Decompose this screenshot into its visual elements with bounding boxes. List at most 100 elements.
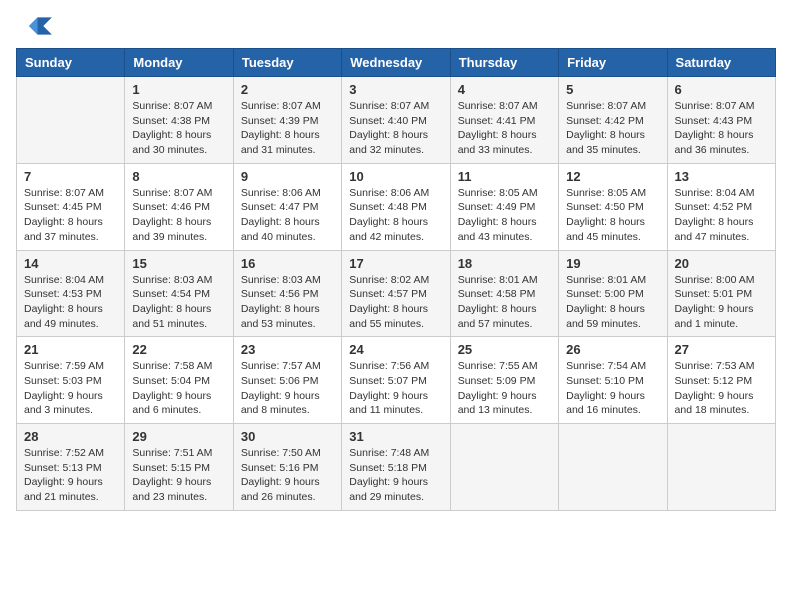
header-cell-wednesday: Wednesday bbox=[342, 49, 450, 77]
day-info: Sunrise: 8:01 AMSunset: 5:00 PMDaylight:… bbox=[566, 273, 659, 332]
day-cell: 7 Sunrise: 8:07 AMSunset: 4:45 PMDaylight… bbox=[17, 163, 125, 250]
day-number: 24 bbox=[349, 342, 442, 357]
day-number: 30 bbox=[241, 429, 334, 444]
week-row-2: 7 Sunrise: 8:07 AMSunset: 4:45 PMDaylight… bbox=[17, 163, 776, 250]
page-header bbox=[16, 16, 776, 38]
day-cell: 9 Sunrise: 8:06 AMSunset: 4:47 PMDaylight… bbox=[233, 163, 341, 250]
day-info: Sunrise: 8:07 AMSunset: 4:42 PMDaylight:… bbox=[566, 99, 659, 158]
day-info: Sunrise: 7:55 AMSunset: 5:09 PMDaylight:… bbox=[458, 359, 551, 418]
day-cell: 1 Sunrise: 8:07 AMSunset: 4:38 PMDaylight… bbox=[125, 77, 233, 164]
day-info: Sunrise: 8:07 AMSunset: 4:46 PMDaylight:… bbox=[132, 186, 225, 245]
day-number: 6 bbox=[675, 82, 768, 97]
day-info: Sunrise: 8:07 AMSunset: 4:40 PMDaylight:… bbox=[349, 99, 442, 158]
week-row-1: 1 Sunrise: 8:07 AMSunset: 4:38 PMDaylight… bbox=[17, 77, 776, 164]
day-cell bbox=[559, 424, 667, 511]
day-info: Sunrise: 8:05 AMSunset: 4:49 PMDaylight:… bbox=[458, 186, 551, 245]
day-number: 2 bbox=[241, 82, 334, 97]
calendar-table: SundayMondayTuesdayWednesdayThursdayFrid… bbox=[16, 48, 776, 511]
calendar-header: SundayMondayTuesdayWednesdayThursdayFrid… bbox=[17, 49, 776, 77]
day-number: 21 bbox=[24, 342, 117, 357]
day-number: 13 bbox=[675, 169, 768, 184]
day-cell: 20Sunrise: 8:00 AMSunset: 5:01 PMDayligh… bbox=[667, 250, 775, 337]
day-number: 11 bbox=[458, 169, 551, 184]
day-info: Sunrise: 8:06 AMSunset: 4:47 PMDaylight:… bbox=[241, 186, 334, 245]
day-info: Sunrise: 8:04 AMSunset: 4:52 PMDaylight:… bbox=[675, 186, 768, 245]
day-number: 12 bbox=[566, 169, 659, 184]
day-cell: 6Sunrise: 8:07 AMSunset: 4:43 PMDaylight… bbox=[667, 77, 775, 164]
header-cell-thursday: Thursday bbox=[450, 49, 558, 77]
day-info: Sunrise: 7:59 AMSunset: 5:03 PMDaylight:… bbox=[24, 359, 117, 418]
day-number: 22 bbox=[132, 342, 225, 357]
day-cell: 17 Sunrise: 8:02 AMSunset: 4:57 PMDayligh… bbox=[342, 250, 450, 337]
week-row-3: 14 Sunrise: 8:04 AMSunset: 4:53 PMDayligh… bbox=[17, 250, 776, 337]
day-number: 23 bbox=[241, 342, 334, 357]
day-number: 17 bbox=[349, 256, 442, 271]
day-number: 1 bbox=[132, 82, 225, 97]
day-cell: 12 Sunrise: 8:05 AMSunset: 4:50 PMDayligh… bbox=[559, 163, 667, 250]
day-cell: 26Sunrise: 7:54 AMSunset: 5:10 PMDayligh… bbox=[559, 337, 667, 424]
header-cell-monday: Monday bbox=[125, 49, 233, 77]
day-info: Sunrise: 8:00 AMSunset: 5:01 PMDaylight:… bbox=[675, 273, 768, 332]
day-number: 15 bbox=[132, 256, 225, 271]
day-info: Sunrise: 8:07 AMSunset: 4:39 PMDaylight:… bbox=[241, 99, 334, 158]
day-cell: 4Sunrise: 8:07 AMSunset: 4:41 PMDaylight… bbox=[450, 77, 558, 164]
day-cell bbox=[667, 424, 775, 511]
day-info: Sunrise: 7:56 AMSunset: 5:07 PMDaylight:… bbox=[349, 359, 442, 418]
day-info: Sunrise: 8:07 AMSunset: 4:41 PMDaylight:… bbox=[458, 99, 551, 158]
day-info: Sunrise: 8:03 AMSunset: 4:54 PMDaylight:… bbox=[132, 273, 225, 332]
day-cell: 10 Sunrise: 8:06 AMSunset: 4:48 PMDayligh… bbox=[342, 163, 450, 250]
day-info: Sunrise: 7:57 AMSunset: 5:06 PMDaylight:… bbox=[241, 359, 334, 418]
day-info: Sunrise: 8:06 AMSunset: 4:48 PMDaylight:… bbox=[349, 186, 442, 245]
day-info: Sunrise: 8:02 AMSunset: 4:57 PMDaylight:… bbox=[349, 273, 442, 332]
day-cell: 14 Sunrise: 8:04 AMSunset: 4:53 PMDayligh… bbox=[17, 250, 125, 337]
day-info: Sunrise: 7:52 AMSunset: 5:13 PMDaylight:… bbox=[24, 446, 117, 505]
day-info: Sunrise: 7:48 AMSunset: 5:18 PMDaylight:… bbox=[349, 446, 442, 505]
day-number: 25 bbox=[458, 342, 551, 357]
header-cell-tuesday: Tuesday bbox=[233, 49, 341, 77]
day-cell: 28 Sunrise: 7:52 AMSunset: 5:13 PMDayligh… bbox=[17, 424, 125, 511]
calendar-body: 1 Sunrise: 8:07 AMSunset: 4:38 PMDaylight… bbox=[17, 77, 776, 511]
day-number: 28 bbox=[24, 429, 117, 444]
day-cell: 11 Sunrise: 8:05 AMSunset: 4:49 PMDayligh… bbox=[450, 163, 558, 250]
day-number: 14 bbox=[24, 256, 117, 271]
day-number: 10 bbox=[349, 169, 442, 184]
day-cell: 21 Sunrise: 7:59 AMSunset: 5:03 PMDayligh… bbox=[17, 337, 125, 424]
day-cell: 22 Sunrise: 7:58 AMSunset: 5:04 PMDayligh… bbox=[125, 337, 233, 424]
day-number: 18 bbox=[458, 256, 551, 271]
day-info: Sunrise: 8:04 AMSunset: 4:53 PMDaylight:… bbox=[24, 273, 117, 332]
day-cell: 18 Sunrise: 8:01 AMSunset: 4:58 PMDayligh… bbox=[450, 250, 558, 337]
day-info: Sunrise: 7:58 AMSunset: 5:04 PMDaylight:… bbox=[132, 359, 225, 418]
day-cell: 3 Sunrise: 8:07 AMSunset: 4:40 PMDaylight… bbox=[342, 77, 450, 164]
day-cell: 31 Sunrise: 7:48 AMSunset: 5:18 PMDayligh… bbox=[342, 424, 450, 511]
day-cell: 13 Sunrise: 8:04 AMSunset: 4:52 PMDayligh… bbox=[667, 163, 775, 250]
logo bbox=[16, 16, 52, 38]
day-cell: 25 Sunrise: 7:55 AMSunset: 5:09 PMDayligh… bbox=[450, 337, 558, 424]
day-info: Sunrise: 7:51 AMSunset: 5:15 PMDaylight:… bbox=[132, 446, 225, 505]
week-row-5: 28 Sunrise: 7:52 AMSunset: 5:13 PMDayligh… bbox=[17, 424, 776, 511]
day-info: Sunrise: 8:07 AMSunset: 4:38 PMDaylight:… bbox=[132, 99, 225, 158]
day-cell: 23 Sunrise: 7:57 AMSunset: 5:06 PMDayligh… bbox=[233, 337, 341, 424]
day-cell: 16 Sunrise: 8:03 AMSunset: 4:56 PMDayligh… bbox=[233, 250, 341, 337]
day-number: 16 bbox=[241, 256, 334, 271]
day-number: 9 bbox=[241, 169, 334, 184]
day-cell: 30 Sunrise: 7:50 AMSunset: 5:16 PMDayligh… bbox=[233, 424, 341, 511]
day-cell bbox=[450, 424, 558, 511]
day-info: Sunrise: 8:05 AMSunset: 4:50 PMDaylight:… bbox=[566, 186, 659, 245]
day-cell bbox=[17, 77, 125, 164]
day-number: 31 bbox=[349, 429, 442, 444]
header-cell-saturday: Saturday bbox=[667, 49, 775, 77]
day-info: Sunrise: 8:01 AMSunset: 4:58 PMDaylight:… bbox=[458, 273, 551, 332]
day-info: Sunrise: 7:50 AMSunset: 5:16 PMDaylight:… bbox=[241, 446, 334, 505]
day-number: 7 bbox=[24, 169, 117, 184]
header-cell-sunday: Sunday bbox=[17, 49, 125, 77]
header-row: SundayMondayTuesdayWednesdayThursdayFrid… bbox=[17, 49, 776, 77]
day-number: 8 bbox=[132, 169, 225, 184]
day-info: Sunrise: 7:53 AMSunset: 5:12 PMDaylight:… bbox=[675, 359, 768, 418]
day-number: 3 bbox=[349, 82, 442, 97]
day-info: Sunrise: 8:07 AMSunset: 4:45 PMDaylight:… bbox=[24, 186, 117, 245]
week-row-4: 21 Sunrise: 7:59 AMSunset: 5:03 PMDayligh… bbox=[17, 337, 776, 424]
day-cell: 15 Sunrise: 8:03 AMSunset: 4:54 PMDayligh… bbox=[125, 250, 233, 337]
day-info: Sunrise: 8:03 AMSunset: 4:56 PMDaylight:… bbox=[241, 273, 334, 332]
day-cell: 19Sunrise: 8:01 AMSunset: 5:00 PMDayligh… bbox=[559, 250, 667, 337]
day-cell: 5Sunrise: 8:07 AMSunset: 4:42 PMDaylight… bbox=[559, 77, 667, 164]
